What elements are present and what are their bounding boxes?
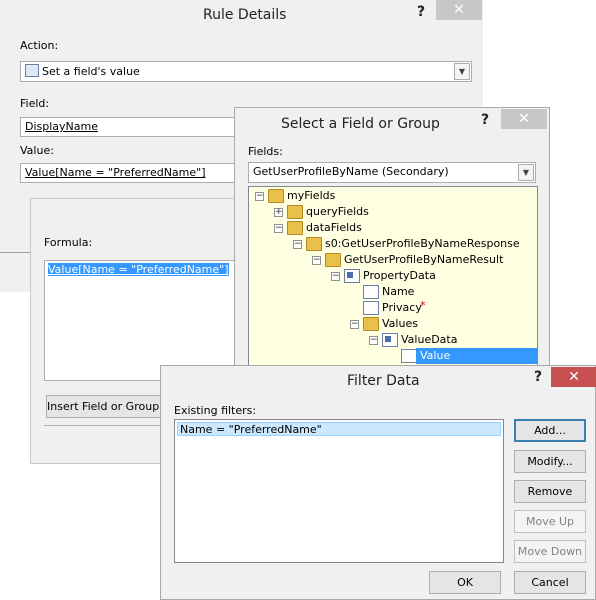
help-icon[interactable]: ? [534, 369, 542, 385]
cancel-button[interactable]: Cancel [514, 571, 586, 594]
formula-value: Value[Name = "PreferredName"] [48, 263, 229, 276]
move-up-button[interactable]: Move Up [514, 510, 586, 533]
modify-label: Modify... [527, 455, 573, 468]
filter-data-dialog: Filter Data ? ✕ Existing filters: Name =… [160, 365, 596, 600]
required-marker: * [420, 299, 426, 312]
close-icon[interactable]: ✕ [436, 0, 482, 20]
field-icon [363, 301, 379, 315]
tree-node[interactable]: − dataFields [249, 220, 537, 236]
folder-icon [306, 237, 322, 251]
action-label: Action: [20, 39, 59, 52]
filters-list[interactable]: Name = "PreferredName" [174, 419, 504, 563]
source-select[interactable]: GetUserProfileByName (Secondary) ▼ [248, 162, 536, 183]
tree-node[interactable]: − Values [249, 316, 537, 332]
folder-icon [325, 253, 341, 267]
action-value: Set a field's value [42, 65, 140, 78]
close-icon[interactable]: ✕ [551, 367, 596, 387]
insert-field-label: Insert Field or Group... [47, 400, 170, 413]
collapse-icon[interactable]: − [312, 256, 321, 265]
tree-node-label: Privacy [382, 301, 422, 314]
tree-node[interactable]: Name [249, 284, 537, 300]
ok-label: OK [457, 576, 473, 589]
action-select[interactable]: Set a field's value ▼ [20, 61, 472, 82]
collapse-icon[interactable]: − [369, 336, 378, 345]
tree-node-label: myFields [287, 189, 336, 202]
expand-icon[interactable]: + [274, 208, 283, 217]
field-label: Field: [20, 97, 50, 110]
tree-node-label: dataFields [306, 221, 362, 234]
group-icon [344, 269, 360, 283]
fields-label: Fields: [248, 145, 283, 158]
list-item[interactable]: Name = "PreferredName" [177, 422, 501, 436]
formula-textarea[interactable]: Value[Name = "PreferredName"] [44, 260, 240, 381]
tree-node-label: Values [382, 317, 418, 330]
action-icon [25, 64, 39, 77]
collapse-icon[interactable]: − [331, 272, 340, 281]
add-label: Add... [534, 424, 566, 437]
field-tree[interactable]: − myFields + queryFields − dataFields − s0:GetU… [248, 186, 538, 376]
collapse-icon[interactable]: − [350, 320, 359, 329]
existing-filters-label: Existing filters: [174, 404, 257, 417]
chevron-down-icon[interactable]: ▼ [454, 63, 470, 80]
insert-field-button[interactable]: Insert Field or Group... [46, 395, 170, 418]
source-value: GetUserProfileByName (Secondary) [253, 165, 449, 178]
tree-node-label: queryFields [306, 205, 369, 218]
tree-node[interactable]: − PropertyData [249, 268, 537, 284]
add-button[interactable]: Add... [514, 419, 586, 442]
tree-node[interactable]: Privacy * [249, 299, 537, 316]
tree-node-label: Name [382, 285, 415, 298]
tree-node[interactable]: Value [249, 348, 537, 364]
folder-icon [287, 205, 303, 219]
remove-button[interactable]: Remove [514, 480, 586, 503]
value-value: Value[Name = "PreferredName"] [25, 166, 206, 179]
filter-data-title: Filter Data [347, 373, 420, 389]
collapse-icon[interactable]: − [293, 240, 302, 249]
divider [0, 252, 30, 253]
move-down-label: Move Down [517, 545, 583, 558]
rule-details-title: Rule Details [203, 7, 287, 23]
tree-node-label: Value [416, 348, 537, 364]
tree-node-label: PropertyData [363, 269, 436, 282]
tree-node[interactable]: − s0:GetUserProfileByNameResponse [249, 236, 537, 252]
formula-label: Formula: [44, 236, 93, 249]
group-icon [382, 333, 398, 347]
move-up-label: Move Up [525, 515, 575, 528]
rule-details-titlebar: Rule Details ? ✕ [0, 0, 483, 30]
tree-node-label: GetUserProfileByNameResult [344, 253, 504, 266]
help-icon[interactable]: ? [481, 112, 489, 128]
value-input[interactable]: Value[Name = "PreferredName"] [20, 163, 256, 183]
folder-icon [287, 221, 303, 235]
folder-icon [363, 317, 379, 331]
help-icon[interactable]: ? [417, 4, 425, 20]
collapse-icon[interactable]: − [255, 192, 264, 201]
tree-node[interactable]: − GetUserProfileByNameResult [249, 252, 537, 268]
folder-icon [268, 189, 284, 203]
close-icon[interactable]: ✕ [501, 109, 547, 129]
tree-node[interactable]: − myFields [249, 188, 537, 204]
ok-button[interactable]: OK [429, 571, 501, 594]
field-value: DisplayName [25, 120, 98, 133]
filter-text: Name = "PreferredName" [180, 423, 322, 436]
select-field-titlebar: Select a Field or Group ? ✕ [235, 108, 549, 138]
tree-node[interactable]: + queryFields [249, 204, 537, 220]
tree-node[interactable]: − ValueData [249, 332, 537, 348]
field-input[interactable]: DisplayName [20, 117, 256, 137]
chevron-down-icon[interactable]: ▼ [518, 164, 534, 181]
select-field-title: Select a Field or Group [281, 116, 440, 132]
field-icon [401, 349, 417, 363]
modify-button[interactable]: Modify... [514, 450, 586, 473]
move-down-button[interactable]: Move Down [514, 540, 586, 563]
tree-node-label: s0:GetUserProfileByNameResponse [325, 237, 520, 250]
remove-label: Remove [527, 485, 573, 498]
value-label: Value: [20, 144, 54, 157]
filter-data-titlebar: Filter Data ? ✕ [161, 366, 596, 396]
cancel-label: Cancel [531, 576, 569, 589]
tree-node-label: ValueData [401, 333, 458, 346]
field-icon [363, 285, 379, 299]
select-field-dialog: Select a Field or Group ? ✕ Fields: GetU… [234, 107, 550, 377]
collapse-icon[interactable]: − [274, 224, 283, 233]
